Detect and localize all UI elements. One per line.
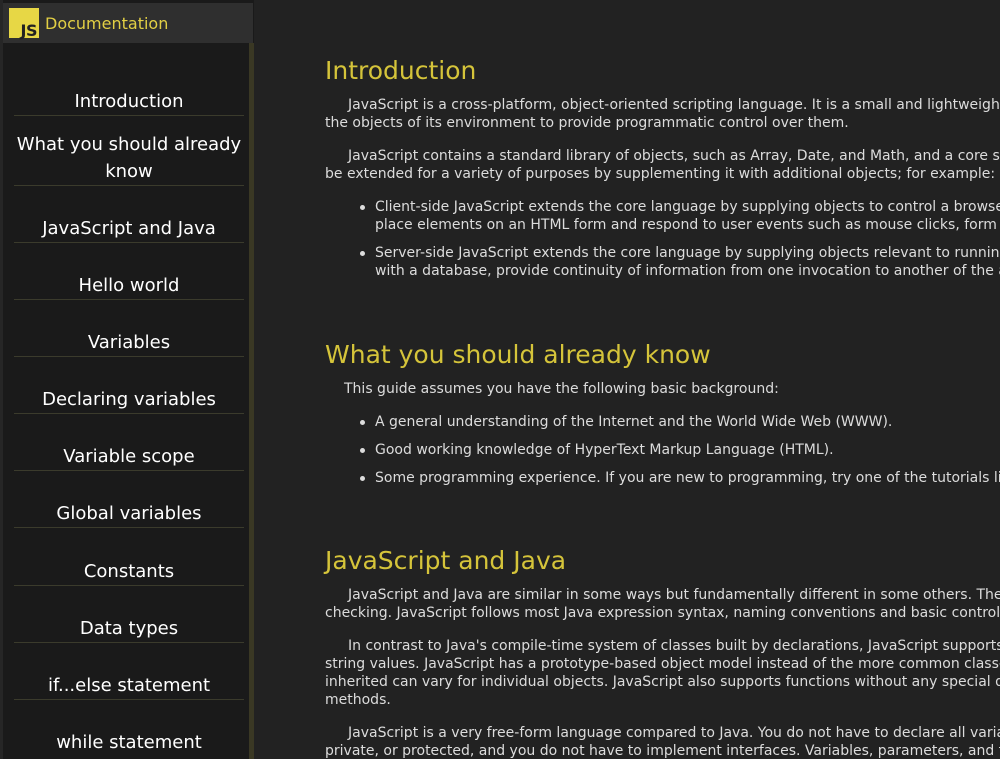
sidebar-item-while-statement[interactable]: while statement bbox=[14, 700, 244, 756]
bullet-list: A general understanding of the Internet … bbox=[325, 413, 1000, 487]
sidebar-item-variables[interactable]: Variables bbox=[14, 300, 244, 357]
section-heading: Introduction bbox=[325, 56, 477, 85]
paragraph-line: inherited can vary for individual object… bbox=[325, 674, 1000, 690]
list-item: Good working knowledge of HyperText Mark… bbox=[325, 441, 1000, 459]
sidebar-edge bbox=[0, 0, 3, 759]
sidebar-item-constants[interactable]: Constants bbox=[14, 528, 244, 586]
paragraph-line: JavaScript is a cross-platform, object-o… bbox=[348, 97, 1000, 113]
section-what-you-should-already-know: What you should already know This guide … bbox=[325, 340, 1000, 487]
list-item-continued: place elements on an HTML form and respo… bbox=[325, 216, 1000, 234]
section-heading: What you should already know bbox=[325, 340, 711, 369]
list-item: Server-side JavaScript extends the core … bbox=[325, 244, 1000, 262]
main-content: Introduction JavaScript is a cross-platf… bbox=[254, 0, 1000, 759]
paragraph-line: methods. bbox=[325, 692, 391, 708]
list-item: Some programming experience. If you are … bbox=[325, 469, 1000, 487]
list-item-continued: with a database, provide continuity of i… bbox=[325, 262, 1000, 280]
logo-text: JS bbox=[20, 21, 38, 40]
list-item-text: place elements on an HTML form and respo… bbox=[375, 217, 1000, 233]
list-item: A general understanding of the Internet … bbox=[325, 413, 1000, 431]
paragraph-line: checking. JavaScript follows most Java e… bbox=[325, 605, 1000, 621]
sidebar-item-introduction[interactable]: Introduction bbox=[14, 80, 244, 116]
paragraph-line: be extended for a variety of purposes by… bbox=[325, 166, 996, 182]
sidebar-item-global-variables[interactable]: Global variables bbox=[14, 471, 244, 528]
js-logo-icon: JS bbox=[9, 8, 39, 40]
section-heading: JavaScript and Java bbox=[325, 546, 567, 575]
section-javascript-and-java: JavaScript and Java JavaScript and Java … bbox=[325, 546, 1000, 759]
brand-bar: JS Documentation bbox=[3, 3, 253, 43]
bullet-list: Client-side JavaScript extends the core … bbox=[325, 198, 1000, 280]
sidebar-item-what-you-should-already-know[interactable]: What you should already know bbox=[14, 116, 244, 186]
sidebar-item-hello-world[interactable]: Hello world bbox=[14, 243, 244, 300]
paragraph-line: JavaScript and Java are similar in some … bbox=[348, 587, 1000, 603]
paragraph-line: In contrast to Java's compile-time syste… bbox=[348, 638, 1000, 654]
list-item-text: with a database, provide continuity of i… bbox=[375, 263, 1000, 279]
sidebar-nav: Introduction What you should already kno… bbox=[14, 80, 244, 756]
sidebar-item-if-else-statement[interactable]: if...else statement bbox=[14, 643, 244, 700]
brand-title: Documentation bbox=[45, 13, 169, 33]
paragraph-line: JavaScript is a very free-form language … bbox=[348, 725, 1000, 741]
list-item: Client-side JavaScript extends the core … bbox=[325, 198, 1000, 216]
sidebar-item-data-types[interactable]: Data types bbox=[14, 586, 244, 643]
sidebar-item-declaring-variables[interactable]: Declaring variables bbox=[14, 357, 244, 414]
paragraph-line: the objects of its environment to provid… bbox=[325, 115, 849, 131]
sidebar-item-variable-scope[interactable]: Variable scope bbox=[14, 414, 244, 471]
paragraph-line: private, or protected, and you do not ha… bbox=[325, 743, 1000, 759]
paragraph-line: JavaScript contains a standard library o… bbox=[348, 148, 1000, 164]
paragraph-line: string values. JavaScript has a prototyp… bbox=[325, 656, 1000, 672]
paragraph-line: This guide assumes you have the followin… bbox=[344, 381, 779, 397]
section-introduction: Introduction JavaScript is a cross-platf… bbox=[325, 56, 1000, 280]
sidebar: JS Documentation Introduction What you s… bbox=[0, 0, 254, 759]
sidebar-item-javascript-and-java[interactable]: JavaScript and Java bbox=[14, 186, 244, 243]
